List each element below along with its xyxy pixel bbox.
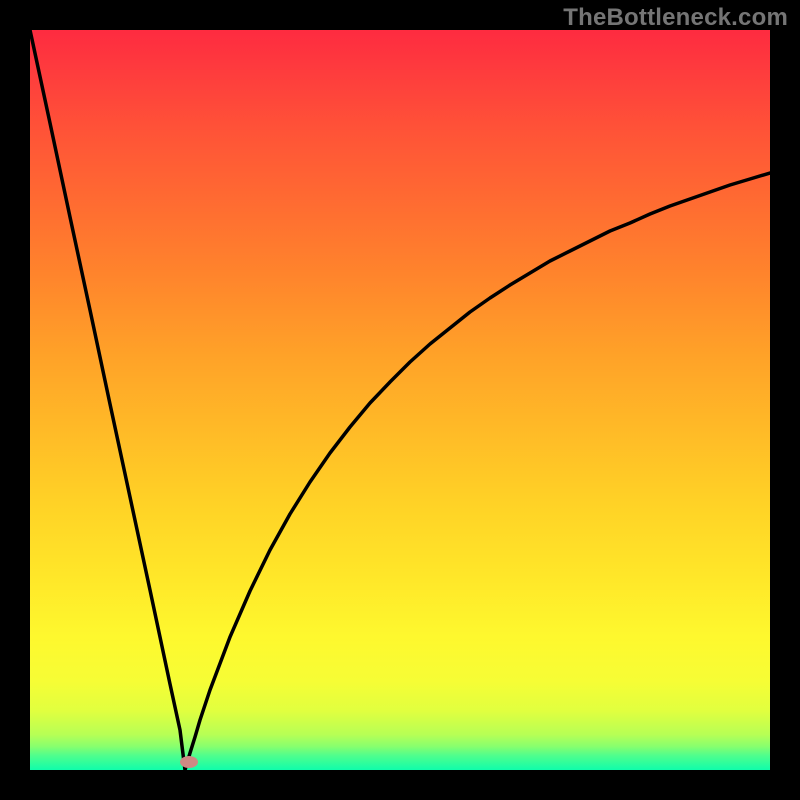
plot-area [30, 30, 770, 770]
chart-frame: TheBottleneck.com [0, 0, 800, 800]
valley-dot [180, 756, 198, 768]
attribution-text: TheBottleneck.com [563, 4, 788, 32]
background-gradient [30, 30, 770, 770]
